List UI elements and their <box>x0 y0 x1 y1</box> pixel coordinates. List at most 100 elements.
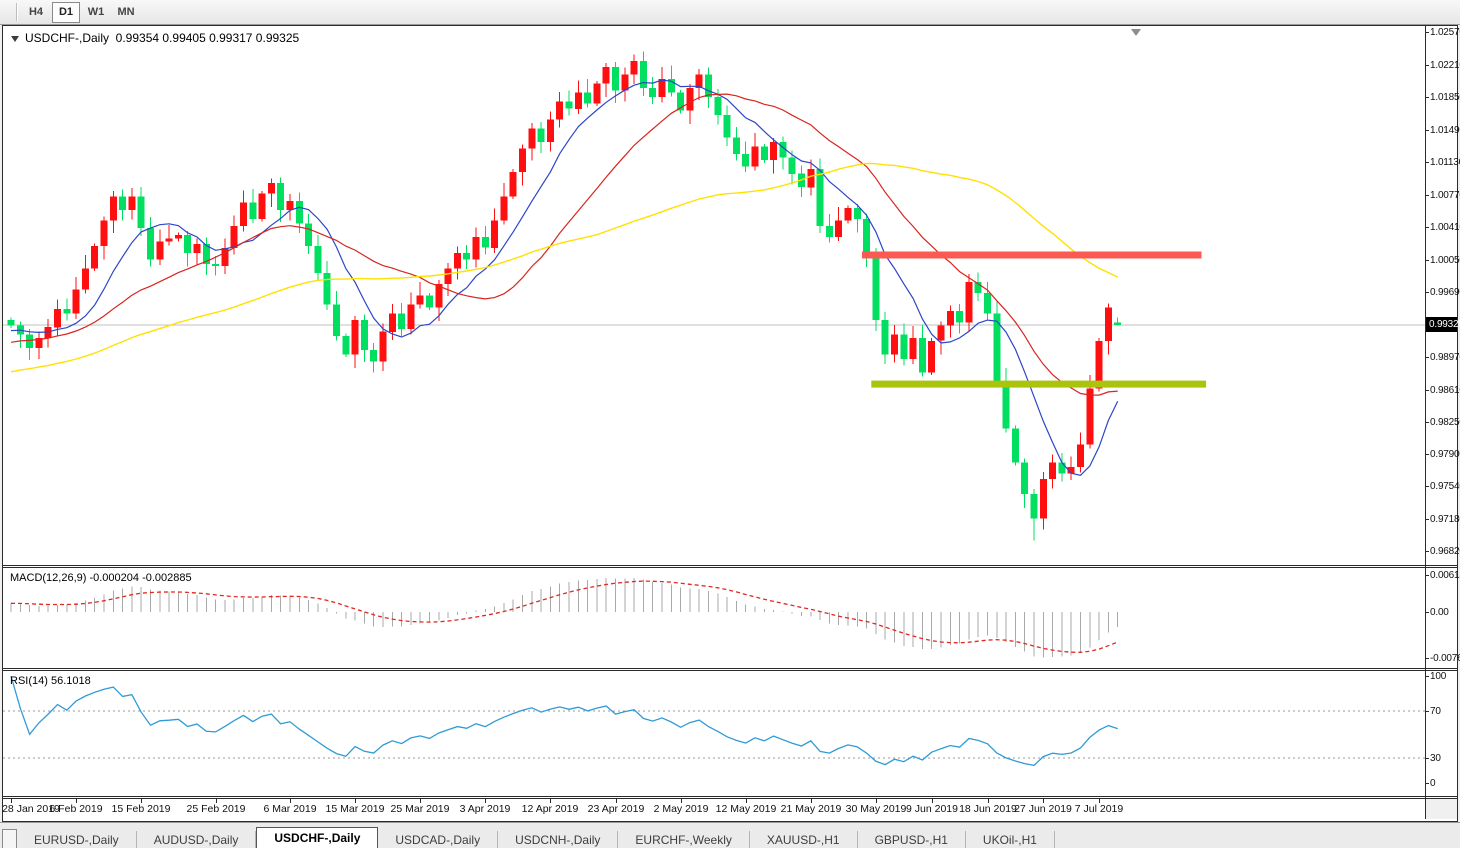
trading-terminal: H4 D1 W1 MN USDCHF-,Daily 0.99354 0.99405 0… <box>0 0 1460 848</box>
axis-tick <box>1425 711 1429 712</box>
price-axis-label: 0.98970 <box>1430 352 1460 363</box>
tf-button-h4[interactable]: H4 <box>22 2 50 23</box>
tab-usdchf-daily[interactable]: USDCHF-,Daily <box>256 827 379 848</box>
chart-tab-bar: EURUSD-,Daily AUDUSD-,Daily USDCHF-,Daily U… <box>0 822 1460 848</box>
main-chart-panel[interactable]: USDCHF-,Daily 0.99354 0.99405 0.99317 0.… <box>3 26 1457 565</box>
price-axis-label: 0.97900 <box>1430 449 1460 460</box>
axis-tick <box>1425 357 1429 358</box>
tf-button-d1[interactable]: D1 <box>52 1 80 23</box>
tab-ukoil-h1[interactable]: UKOil-,H1 <box>966 831 1055 848</box>
price-axis-label: 1.01850 <box>1430 92 1460 103</box>
macd-axis-label: 0.00613 <box>1430 570 1460 581</box>
chart-title-overlay: USDCHF-,Daily 0.99354 0.99405 0.99317 0.… <box>11 31 299 45</box>
rsi-axis-label: 100 <box>1430 671 1447 682</box>
price-axis-label: 0.98610 <box>1430 385 1460 396</box>
chart-ohlc-values: 0.99354 0.99405 0.99317 0.99325 <box>115 31 300 45</box>
axis-tick <box>1425 658 1429 659</box>
axis-tick <box>1425 292 1429 293</box>
rsi-chart[interactable] <box>3 671 1425 796</box>
date-label: 2 May 2019 <box>653 803 709 815</box>
axis-tick <box>1425 65 1429 66</box>
date-label: 25 Mar 2019 <box>390 803 450 815</box>
timeframe-buttons: H4 D1 W1 MN <box>21 1 141 23</box>
tab-xauusd-h1[interactable]: XAUUSD-,H1 <box>750 831 858 848</box>
price-axis-label: 1.01130 <box>1430 157 1460 168</box>
date-axis[interactable]: 28 Jan 2019 6 Feb 2019 15 Feb 2019 25 Feb 2… <box>2 799 1425 819</box>
price-axis-label: 1.02570 <box>1430 27 1460 38</box>
tab-gbpusd-h1[interactable]: GBPUSD-,H1 <box>858 831 966 848</box>
date-label: 12 May 2019 <box>715 803 777 815</box>
date-label: 15 Feb 2019 <box>111 803 171 815</box>
axis-tick <box>1425 575 1429 576</box>
axis-tick <box>1425 519 1429 520</box>
axis-tick <box>1425 227 1429 228</box>
rsi-axis-label: 70 <box>1430 706 1441 717</box>
price-axis-label: 0.96820 <box>1430 546 1460 557</box>
axis-tick <box>1425 130 1429 131</box>
toolbar-separator <box>16 3 18 21</box>
axis-tick <box>1425 260 1429 261</box>
timeframe-toolbar: H4 D1 W1 MN <box>0 0 1460 25</box>
axis-tick <box>1425 422 1429 423</box>
price-axis-label: 1.02210 <box>1430 60 1460 71</box>
axis-corner <box>1425 799 1457 819</box>
rsi-axis-label: 0 <box>1430 778 1436 789</box>
rsi-label: RSI(14) 56.1018 <box>10 675 91 687</box>
price-axis-label: 1.01490 <box>1430 125 1460 136</box>
tab-stub[interactable] <box>2 829 17 848</box>
axis-tick <box>1425 390 1429 391</box>
axis-tick <box>1425 454 1429 455</box>
date-label: 3 Apr 2019 <box>459 803 511 815</box>
date-label: 6 Feb 2019 <box>49 803 103 815</box>
rsi-axis-label: 30 <box>1430 753 1441 764</box>
price-axis-label: 1.00050 <box>1430 255 1460 266</box>
price-axis-label: 0.97180 <box>1430 514 1460 525</box>
date-label: 18 Jun 2019 <box>959 803 1017 815</box>
tab-audusd-daily[interactable]: AUDUSD-,Daily <box>137 831 257 848</box>
macd-label: MACD(12,26,9) -0.000204 -0.002885 <box>10 572 192 584</box>
axis-tick <box>1425 32 1429 33</box>
axis-tick <box>1425 162 1429 163</box>
axis-tick <box>1425 676 1429 677</box>
tf-button-w1[interactable]: W1 <box>82 2 110 23</box>
chart-symbol-title: USDCHF-,Daily <box>25 31 109 45</box>
date-label: 7 Jul 2019 <box>1074 803 1124 815</box>
axis-tick <box>1425 783 1429 784</box>
date-label: 25 Feb 2019 <box>186 803 246 815</box>
tab-usdcad-daily[interactable]: USDCAD-,Daily <box>378 831 499 848</box>
axis-tick <box>1425 195 1429 196</box>
macd-panel[interactable]: MACD(12,26,9) -0.000204 -0.002885 <box>3 568 1457 668</box>
rsi-panel[interactable]: RSI(14) 56.1018 <box>3 671 1457 796</box>
price-axis-label: 1.00770 <box>1430 190 1460 201</box>
macd-axis-label: -0.00761 <box>1430 653 1460 664</box>
price-axis-label: 0.99690 <box>1430 287 1460 298</box>
price-axis-label: 0.97540 <box>1430 481 1460 492</box>
tab-eurusd-daily[interactable]: EURUSD-,Daily <box>17 831 137 848</box>
macd-chart[interactable] <box>3 568 1425 668</box>
chart-shift-marker-icon[interactable] <box>1131 29 1141 36</box>
axis-tick <box>1425 551 1429 552</box>
axis-tick <box>1425 97 1429 98</box>
candlestick-chart[interactable] <box>3 26 1425 565</box>
current-price-tag: 0.99325 <box>1426 317 1460 332</box>
date-label: 30 May 2019 <box>845 803 907 815</box>
tab-usdcnh-daily[interactable]: USDCNH-,Daily <box>498 831 619 848</box>
date-label: 6 Mar 2019 <box>263 803 317 815</box>
axis-tick <box>1425 612 1429 613</box>
date-label: 23 Apr 2019 <box>587 803 645 815</box>
price-axis-label: 0.98250 <box>1430 417 1460 428</box>
price-axis-label: 1.00410 <box>1430 222 1460 233</box>
date-label: 21 May 2019 <box>780 803 842 815</box>
tab-eurchf-weekly[interactable]: EURCHF-,Weekly <box>618 831 750 848</box>
date-label: 15 Mar 2019 <box>325 803 385 815</box>
tf-button-mn[interactable]: MN <box>112 2 140 23</box>
date-label: 12 Apr 2019 <box>521 803 579 815</box>
axis-tick <box>1425 486 1429 487</box>
chevron-down-icon[interactable] <box>11 36 19 42</box>
price-axis-divider <box>1425 26 1426 799</box>
axis-tick <box>1425 758 1429 759</box>
macd-axis-label: 0.00 <box>1430 607 1449 618</box>
date-label: 27 Jun 2019 <box>1014 803 1072 815</box>
date-label: 9 Jun 2019 <box>906 803 958 815</box>
chart-window: USDCHF-,Daily 0.99354 0.99405 0.99317 0.… <box>2 25 1460 822</box>
